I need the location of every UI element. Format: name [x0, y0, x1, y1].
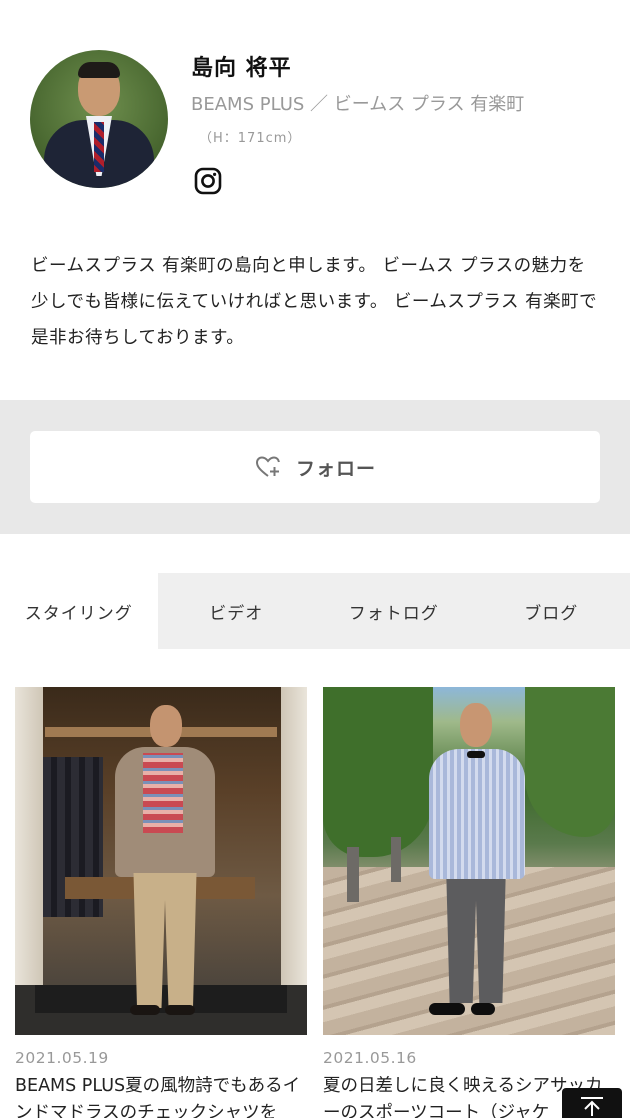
styling-photo[interactable] — [323, 687, 615, 1035]
tab-blog[interactable]: ブログ — [473, 573, 630, 649]
staff-name: 島向 将平 — [191, 56, 292, 81]
heart-plus-icon — [255, 456, 280, 477]
styling-card[interactable]: 2021.05.19 BEAMS PLUS夏の風物詩でもあるインドマドラスのチェ… — [15, 687, 307, 1118]
follow-section: フォロー — [0, 400, 630, 534]
styling-photo[interactable] — [15, 687, 307, 1035]
post-date: 2021.05.19 — [15, 1049, 109, 1067]
tab-photolog[interactable]: フォトログ — [315, 573, 473, 649]
post-title[interactable]: BEAMS PLUS夏の風物詩でもあるインドマドラスのチェックシャツを — [15, 1073, 307, 1118]
shop-name[interactable]: BEAMS PLUS ／ ビームス プラス 有楽町 — [191, 90, 524, 116]
arrow-up-icon — [581, 1097, 603, 1116]
follow-button[interactable]: フォロー — [30, 431, 600, 503]
profile-intro: ビームスプラス 有楽町の島向と申します。 ビームス プラスの魅力を少しでも皆様に… — [31, 256, 598, 348]
styling-card[interactable]: 2021.05.16 夏の日差しに良く映えるシアサッカーのスポーツコート（ジャケ — [323, 687, 615, 1118]
post-date: 2021.05.16 — [323, 1049, 417, 1067]
instagram-icon[interactable] — [194, 167, 222, 195]
profile-header: 島向 将平 BEAMS PLUS ／ ビームス プラス 有楽町 （H：171cm… — [0, 0, 630, 400]
follow-label: フォロー — [295, 457, 376, 480]
tab-video[interactable]: ビデオ — [158, 573, 316, 649]
content-tabs: スタイリング ビデオ フォトログ ブログ — [0, 573, 630, 649]
tab-styling[interactable]: スタイリング — [0, 573, 158, 649]
scroll-top-button[interactable] — [562, 1088, 622, 1118]
staff-height: （H：171cm） — [199, 131, 302, 146]
avatar[interactable] — [30, 50, 168, 188]
